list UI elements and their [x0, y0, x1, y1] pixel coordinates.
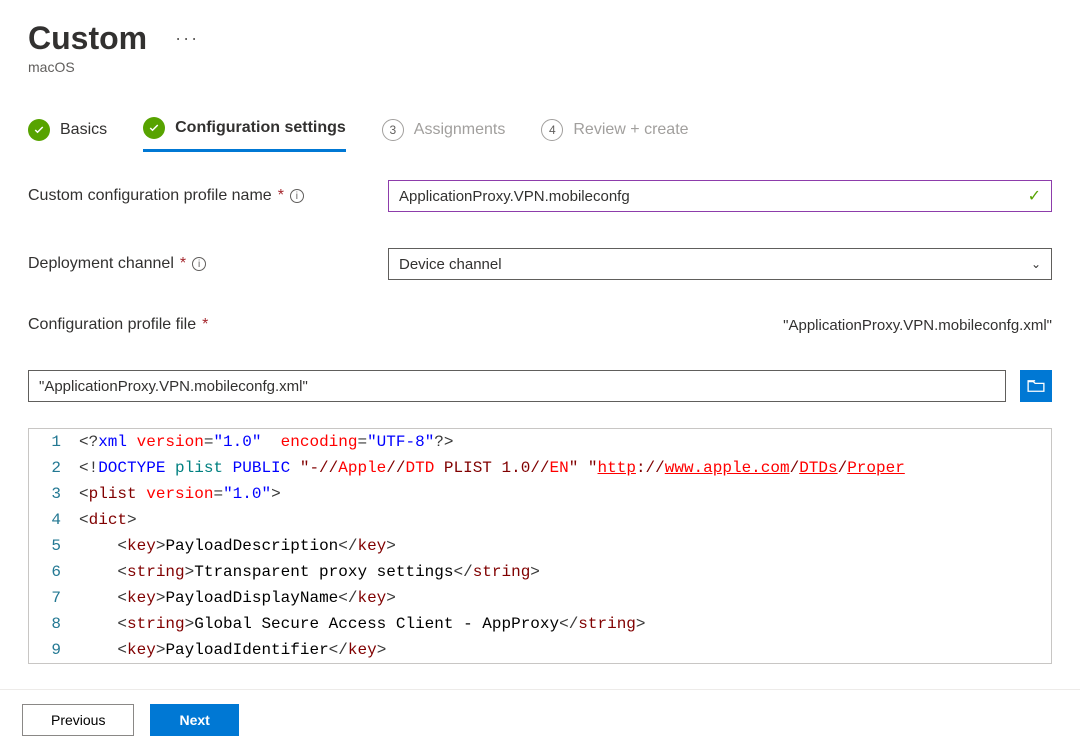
- line-number: 5: [29, 533, 79, 559]
- folder-icon: [1027, 379, 1045, 393]
- checkmark-icon: [28, 119, 50, 141]
- deployment-channel-select[interactable]: Device channel ⌄: [388, 248, 1052, 280]
- step-review-create[interactable]: 4 Review + create: [541, 119, 688, 151]
- field-label: Custom configuration profile name * i: [28, 187, 368, 205]
- field-label: Configuration profile file *: [28, 316, 368, 334]
- chevron-down-icon: ⌄: [1031, 257, 1041, 271]
- required-indicator: *: [180, 255, 186, 273]
- code-line: <!DOCTYPE plist PUBLIC "-//Apple//DTD PL…: [79, 455, 1051, 481]
- code-line: <string>Ttransparent proxy settings</str…: [79, 559, 1051, 585]
- profile-file-field: Configuration profile file * "Applicatio…: [28, 316, 1052, 334]
- line-number: 3: [29, 481, 79, 507]
- step-assignments[interactable]: 3 Assignments: [382, 119, 506, 151]
- browse-file-button[interactable]: [1020, 370, 1052, 402]
- field-label: Deployment channel * i: [28, 255, 368, 273]
- info-icon[interactable]: i: [192, 257, 206, 271]
- required-indicator: *: [202, 316, 208, 334]
- uploaded-file-name: "ApplicationProxy.VPN.mobileconfg.xml": [783, 317, 1052, 334]
- line-number: 1: [29, 429, 79, 455]
- previous-button[interactable]: Previous: [22, 704, 134, 736]
- label-text: Configuration profile file: [28, 316, 196, 334]
- step-basics[interactable]: Basics: [28, 119, 107, 151]
- code-line: <key>PayloadIdentifier</key>: [79, 637, 1051, 663]
- label-text: Deployment channel: [28, 255, 174, 273]
- input-value: "ApplicationProxy.VPN.mobileconfg.xml": [39, 378, 308, 395]
- line-number: 7: [29, 585, 79, 611]
- validation-check-icon: ✓: [1028, 186, 1041, 206]
- step-configuration-settings[interactable]: Configuration settings: [143, 117, 346, 152]
- deployment-channel-field: Deployment channel * i Device channel ⌄: [28, 248, 1052, 280]
- page-title: Custom: [28, 20, 147, 57]
- line-number: 6: [29, 559, 79, 585]
- code-line: <dict>: [79, 507, 1051, 533]
- code-line: <plist version="1.0">: [79, 481, 1051, 507]
- wizard-steps: Basics Configuration settings 3 Assignme…: [28, 117, 1052, 152]
- line-number: 2: [29, 455, 79, 481]
- xml-code-viewer: 1<?xml version="1.0" encoding="UTF-8"?> …: [28, 428, 1052, 664]
- step-label: Assignments: [414, 121, 506, 139]
- required-indicator: *: [278, 187, 284, 205]
- step-number-badge: 3: [382, 119, 404, 141]
- label-text: Custom configuration profile name: [28, 187, 272, 205]
- input-value: ApplicationProxy.VPN.mobileconfg: [399, 188, 1028, 205]
- step-label: Review + create: [573, 121, 688, 139]
- step-label: Basics: [60, 121, 107, 139]
- profile-file-path-input[interactable]: "ApplicationProxy.VPN.mobileconfg.xml": [28, 370, 1006, 402]
- line-number: 4: [29, 507, 79, 533]
- page-subtitle: macOS: [28, 59, 1052, 75]
- wizard-footer: Previous Next: [0, 689, 1080, 750]
- line-number: 9: [29, 637, 79, 663]
- checkmark-icon: [143, 117, 165, 139]
- code-line: <?xml version="1.0" encoding="UTF-8"?>: [79, 429, 1051, 455]
- info-icon[interactable]: i: [290, 189, 304, 203]
- line-number: 8: [29, 611, 79, 637]
- profile-name-input[interactable]: ApplicationProxy.VPN.mobileconfg ✓: [388, 180, 1052, 212]
- step-number-badge: 4: [541, 119, 563, 141]
- step-label: Configuration settings: [175, 119, 346, 137]
- code-line: <key>PayloadDisplayName</key>: [79, 585, 1051, 611]
- code-line: <string>Global Secure Access Client - Ap…: [79, 611, 1051, 637]
- next-button[interactable]: Next: [150, 704, 238, 736]
- select-value: Device channel: [399, 256, 502, 273]
- more-actions-button[interactable]: ···: [175, 28, 199, 49]
- profile-name-field: Custom configuration profile name * i Ap…: [28, 180, 1052, 212]
- profile-file-path-row: "ApplicationProxy.VPN.mobileconfg.xml": [28, 370, 1052, 402]
- code-line: <key>PayloadDescription</key>: [79, 533, 1051, 559]
